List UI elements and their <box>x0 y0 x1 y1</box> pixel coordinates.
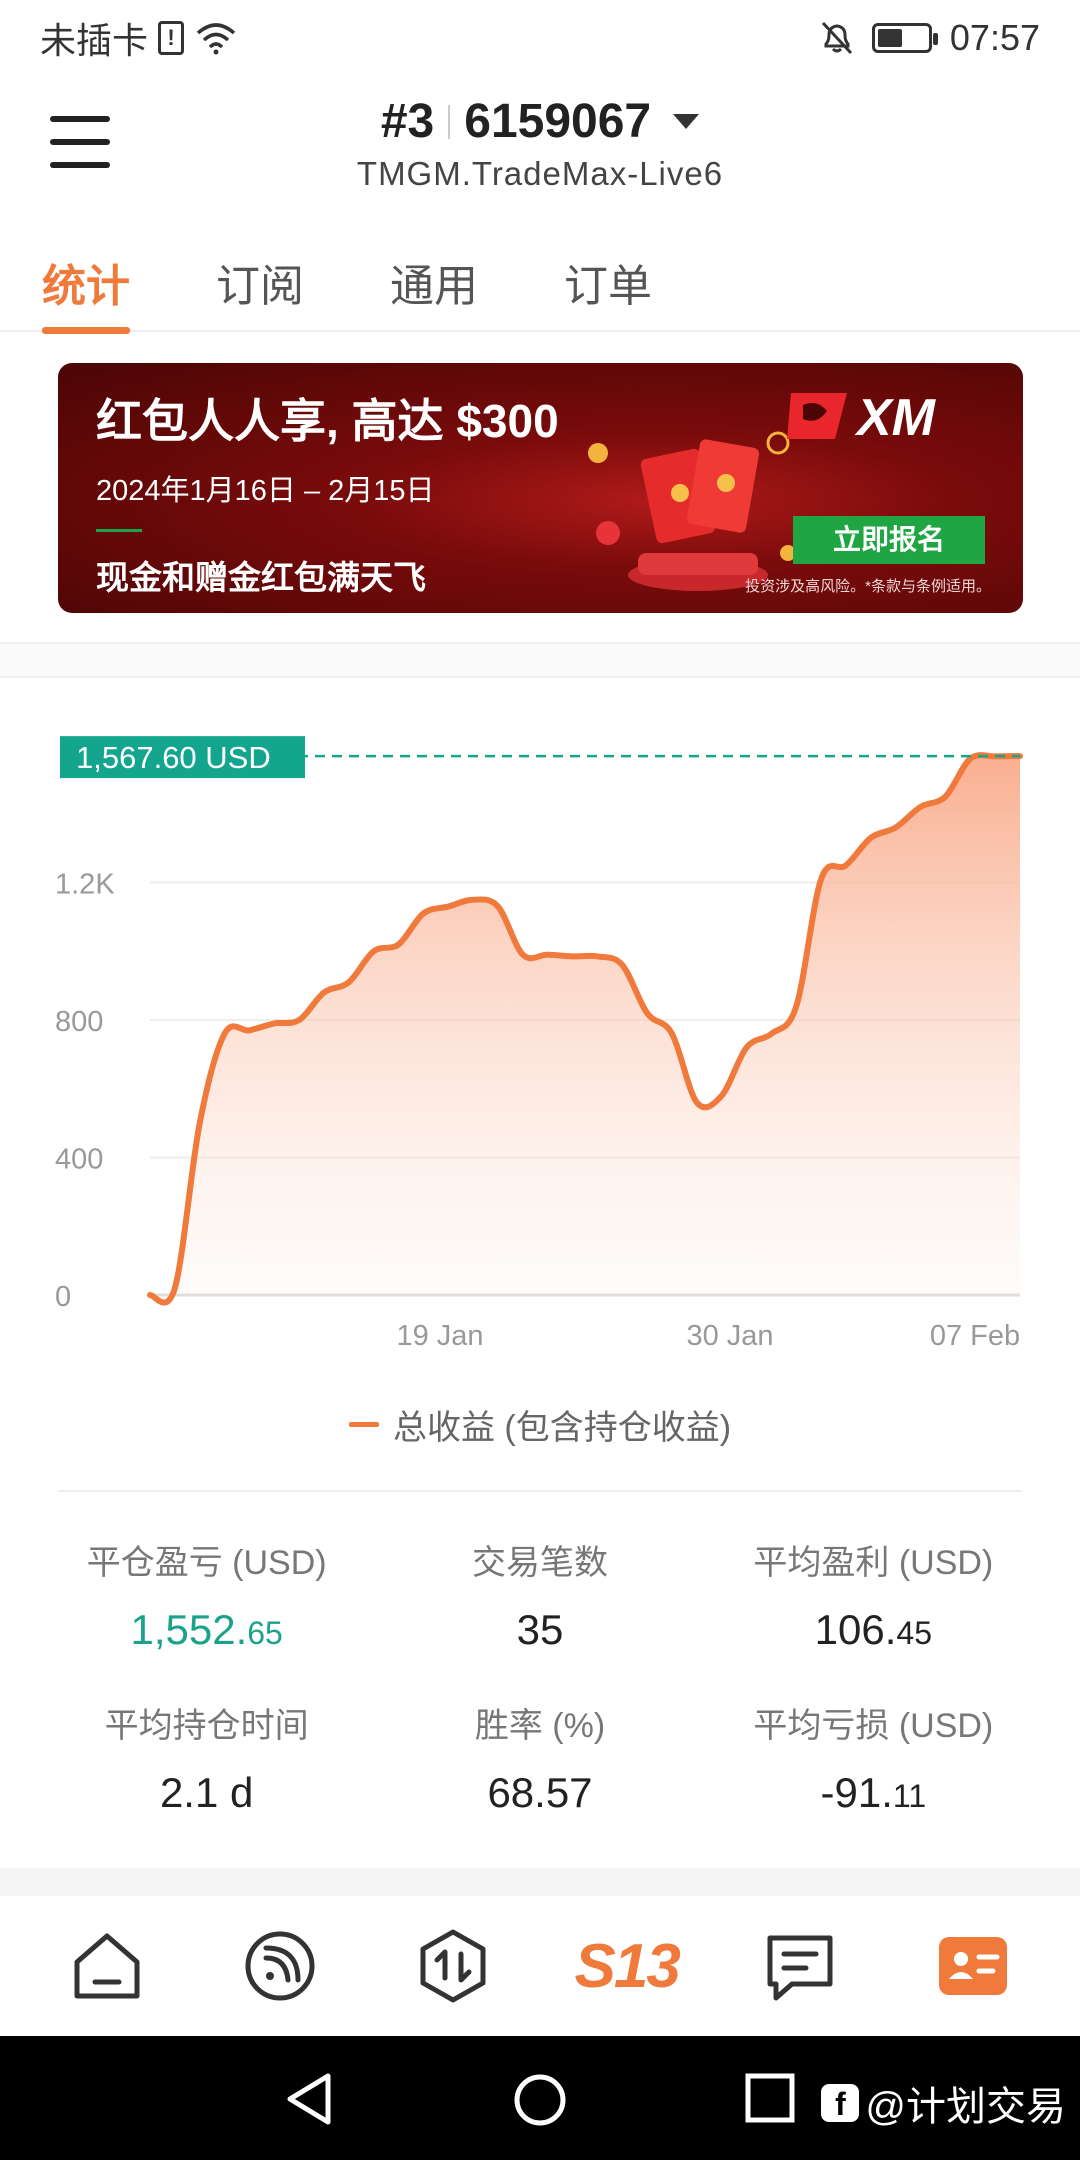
facebook-icon: f <box>821 2084 860 2122</box>
stat-value: 68.57 <box>487 1769 593 1816</box>
mute-bell-icon <box>821 21 853 55</box>
current-value-text: 1,567.60 USD <box>76 740 271 775</box>
promo-banner[interactable]: 红包人人享, 高达 $300 2024年1月16日 – 2月15日 现金和赠金红… <box>58 363 1023 613</box>
y-tick-label: 1.2K <box>55 869 115 901</box>
xm-logo: XM <box>787 389 937 447</box>
account-switcher[interactable]: #3 6159067 TMGM.TradeMax-Live6 <box>0 94 1080 193</box>
stat-value: 1,552.65 <box>130 1606 283 1653</box>
home-circle-icon[interactable] <box>512 2072 568 2128</box>
stat-value: 2.1 d <box>159 1769 254 1816</box>
nav-home[interactable] <box>62 1921 152 2011</box>
tab-bar: 统计 订阅 通用 订单 <box>0 236 1080 334</box>
stat-avg-loss: 平均亏损 (USD) -91.11 <box>707 1698 1040 1817</box>
tab-orders[interactable]: 订单 <box>564 236 652 332</box>
banner-title: 红包人人享, 高达 $300 <box>96 395 559 447</box>
tab-statistics[interactable]: 统计 <box>42 236 130 334</box>
stat-avg-profit: 平均盈利 (USD) 106.45 <box>707 1535 1040 1654</box>
profit-chart[interactable]: 1.2K 800 400 0 19 Jan 30 Jan 07 Feb 1,567.60 … <box>0 700 1080 1360</box>
bottom-divider <box>0 1868 1080 1896</box>
chart-legend: 总收益 (包含持仓收益) <box>0 1400 1080 1449</box>
sim-alert-icon: ! <box>158 21 185 55</box>
stat-avg-hold-time: 平均持仓时间 2.1 d <box>40 1698 373 1817</box>
stat-win-rate: 胜率 (%) 68.57 <box>373 1698 706 1817</box>
stats-separator <box>58 1490 1022 1492</box>
stat-label: 平仓盈亏 (USD) <box>86 1544 327 1582</box>
stat-value: 106.45 <box>814 1606 932 1653</box>
banner-subtitle: 现金和赠金红包满天飞 <box>96 559 426 596</box>
app-header: #3 6159067 TMGM.TradeMax-Live6 <box>0 76 1080 210</box>
nav-trade[interactable] <box>408 1921 498 2011</box>
stat-label: 平均盈利 (USD) <box>753 1544 994 1582</box>
account-number: 6159067 <box>464 95 652 148</box>
legend-label: 总收益 (包含持仓收益) <box>392 1409 732 1447</box>
banner-date: 2024年1月16日 – 2月15日 <box>96 475 435 507</box>
account-separator <box>448 104 451 139</box>
register-now-button[interactable]: 立即报名 <box>793 516 985 564</box>
clock: 07:57 <box>949 17 1040 58</box>
back-icon[interactable] <box>284 2072 334 2126</box>
legend-swatch <box>348 1422 379 1427</box>
stat-trade-count: 交易笔数 35 <box>373 1535 706 1654</box>
system-nav-bar: f @计划交易 <box>0 2036 1080 2160</box>
nav-s13[interactable]: S13 <box>574 1921 680 2011</box>
y-tick-label: 400 <box>55 1144 103 1176</box>
stat-label: 交易笔数 <box>471 1544 608 1582</box>
account-index: #3 <box>380 95 435 148</box>
stat-value: 35 <box>516 1606 564 1653</box>
message-icon <box>767 1935 833 2001</box>
x-tick-label: 07 Feb <box>930 1320 1020 1352</box>
y-tick-label: 0 <box>55 1281 71 1313</box>
status-bar: 未插卡 ! 07:57 <box>0 0 1080 76</box>
chart-area-fill <box>150 755 1020 1303</box>
stat-closed-pnl: 平仓盈亏 (USD) 1,552.65 <box>40 1535 373 1654</box>
bottom-nav: S13 <box>0 1896 1080 2036</box>
stat-label: 平均持仓时间 <box>104 1707 309 1745</box>
watermark-text: @计划交易 <box>865 2085 1066 2129</box>
profile-card-icon <box>939 1937 1008 1995</box>
nav-profile[interactable] <box>928 1921 1018 2011</box>
carrier-text: 未插卡 <box>40 20 149 61</box>
x-tick-label: 30 Jan <box>686 1320 773 1352</box>
nav-signals[interactable] <box>235 1921 325 2011</box>
recent-apps-icon[interactable] <box>744 2072 796 2124</box>
y-tick-label: 800 <box>55 1006 103 1038</box>
nav-messages[interactable] <box>755 1921 845 2011</box>
stat-value: -91.11 <box>820 1769 927 1816</box>
stat-label: 平均亏损 (USD) <box>753 1707 994 1745</box>
tab-subscriptions[interactable]: 订阅 <box>216 236 304 332</box>
wifi-icon <box>196 23 236 55</box>
home-icon <box>74 1933 140 1999</box>
signal-feed-icon <box>245 1931 315 2001</box>
banner-disclaimer: 投资涉及高风险。*条款与条例适用。 <box>745 578 991 595</box>
battery-icon <box>871 23 938 53</box>
server-name: TMGM.TradeMax-Live6 <box>356 155 724 192</box>
xm-logo-text: XM <box>854 389 937 447</box>
s13-logo-icon: S13 <box>574 1931 680 2001</box>
section-divider <box>0 642 1080 678</box>
x-tick-label: 19 Jan <box>396 1320 483 1352</box>
stat-label: 胜率 (%) <box>474 1707 606 1745</box>
banner-rule <box>96 529 142 532</box>
trade-arrows-icon <box>420 1929 486 2003</box>
tab-general[interactable]: 通用 <box>390 236 478 332</box>
watermark: f @计划交易 <box>821 2074 1066 2132</box>
dropdown-caret-icon[interactable] <box>673 114 700 129</box>
stats-grid: 平仓盈亏 (USD) 1,552.65 交易笔数 35 平均盈利 (USD) 1… <box>40 1535 1040 1817</box>
chart-canvas: 1.2K 800 400 0 19 Jan 30 Jan 07 Feb 1,567.60 … <box>55 736 1023 1352</box>
